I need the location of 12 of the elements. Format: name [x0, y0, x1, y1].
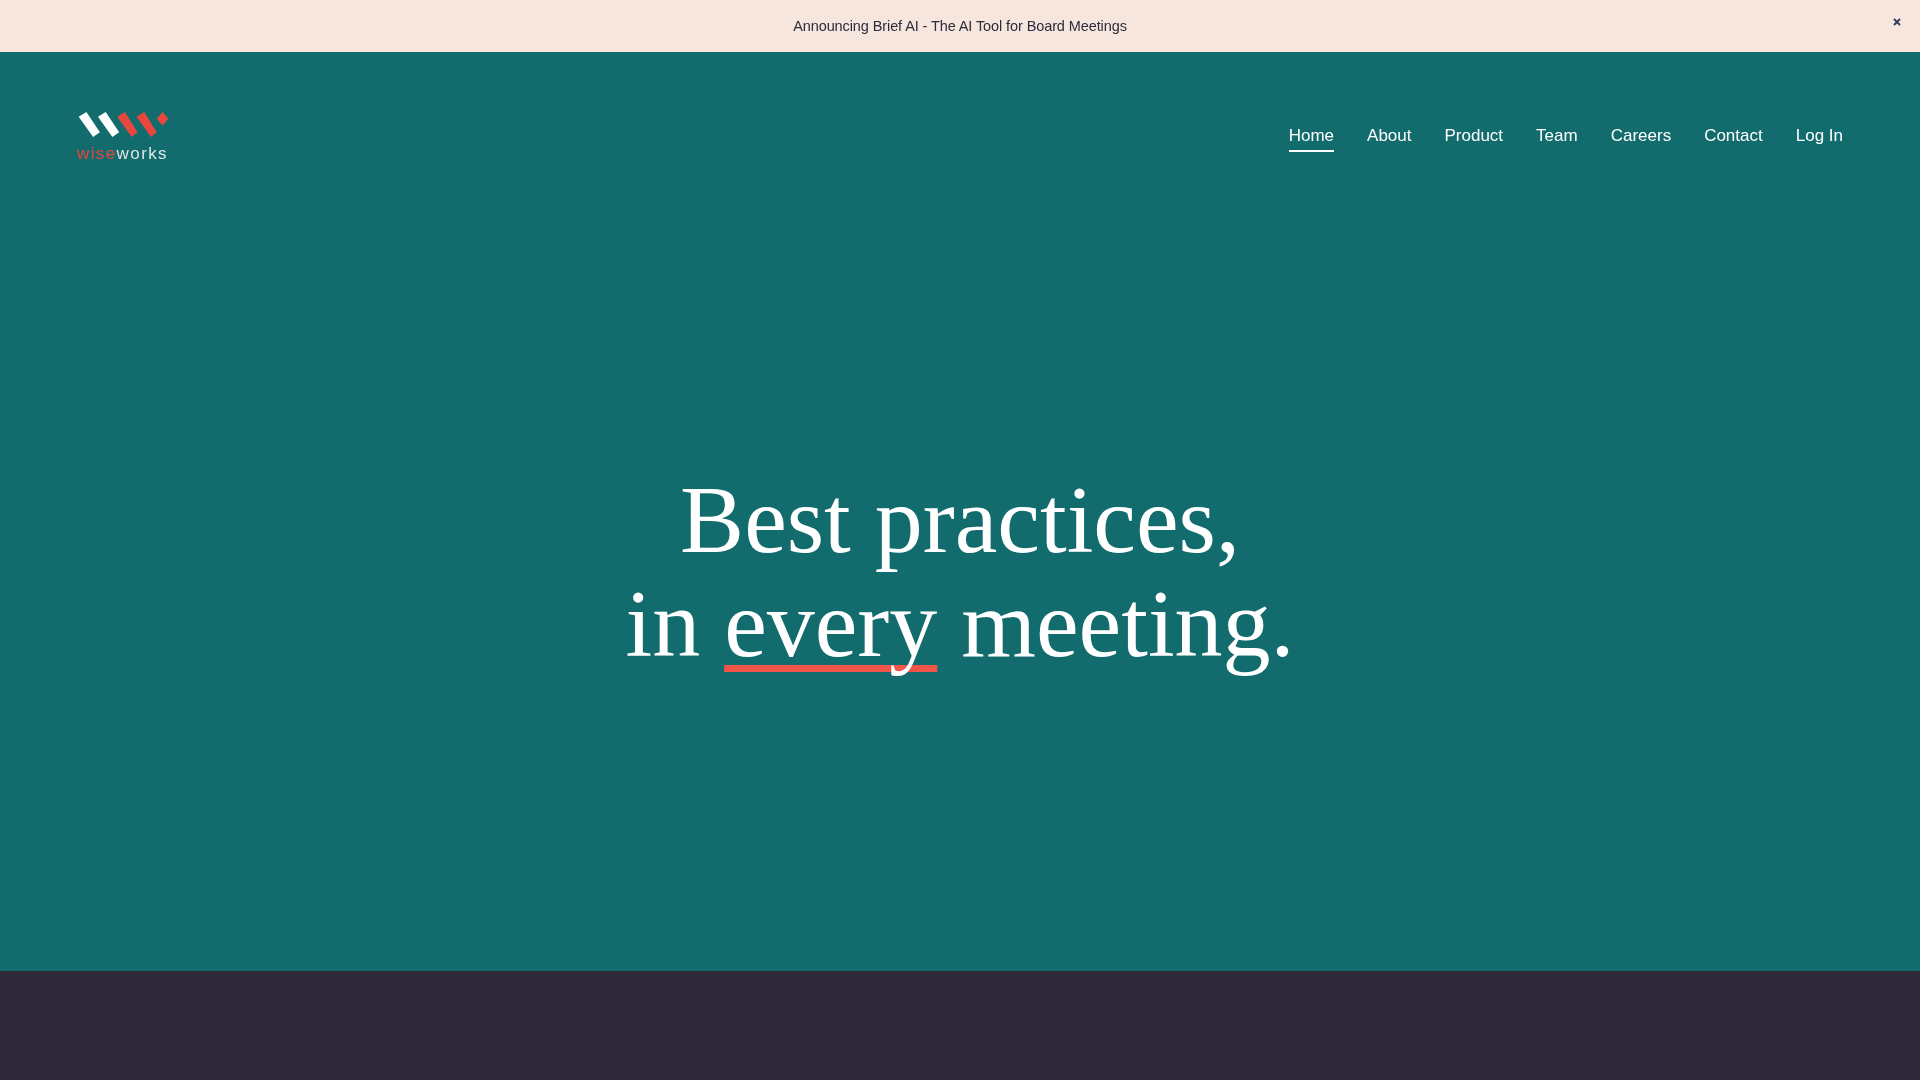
nav-link[interactable]: Home — [1288, 125, 1335, 152]
announcement-text: Announcing Brief AI - The AI Tool for Board Meetings — [793, 18, 1127, 34]
hero-headline: Best practices, in every meeting. — [625, 468, 1295, 676]
nav-link[interactable]: Team — [1536, 125, 1578, 152]
logo-wordmark: wiseworks — [77, 147, 168, 161]
nav-link[interactable]: Careers — [1610, 125, 1672, 152]
nav-link[interactable]: Log In — [1795, 125, 1843, 152]
close-icon — [1893, 18, 1901, 26]
nav-link[interactable]: Contact — [1704, 125, 1763, 152]
logo-mark-icon — [77, 111, 170, 138]
nav-link[interactable]: Product — [1444, 125, 1504, 152]
nav-link[interactable]: About — [1367, 125, 1412, 152]
